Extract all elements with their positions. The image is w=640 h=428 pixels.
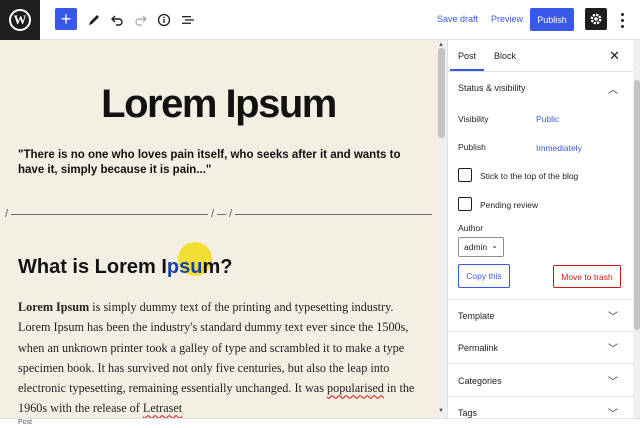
tab-post[interactable]: Post (458, 51, 476, 61)
editor-canvas[interactable]: Lorem Ipsum "There is no one who loves p… (0, 40, 437, 418)
panel-categories[interactable]: Categories (458, 376, 502, 386)
canvas-scroll-thumb[interactable] (438, 48, 445, 138)
save-draft-button[interactable]: Save draft (437, 14, 478, 24)
separator-mark: / (226, 208, 236, 220)
quote-block[interactable]: "There is no one who loves pain itself, … (18, 148, 418, 178)
panel-template[interactable]: Template (458, 311, 495, 321)
panel-permalink[interactable]: Permalink (458, 343, 498, 353)
stick-to-top-checkbox[interactable] (458, 168, 472, 182)
divider (448, 363, 633, 364)
dot (620, 24, 624, 28)
divider (448, 331, 633, 332)
status-visibility-title[interactable]: Status & visibility (458, 83, 526, 93)
pending-review-checkbox[interactable] (458, 197, 472, 211)
redo-button[interactable] (129, 8, 153, 32)
details-button[interactable] (152, 8, 176, 32)
paragraph-block[interactable]: Lorem Ipsum is simply dummy text of the … (18, 297, 420, 418)
chevron-down-icon[interactable]: ﹀ (608, 308, 618, 323)
spelling-error-text: Letraset (142, 401, 183, 416)
settings-sidebar: Post Block ✕ Status & visibility ︿ Visib… (447, 40, 640, 420)
chevron-down-icon[interactable]: ﹀ (608, 373, 618, 388)
post-title[interactable]: Lorem Ipsum (0, 82, 437, 127)
publish-label: Publish (458, 142, 486, 152)
spelling-error-text: popularised (327, 381, 384, 396)
paragraph-bold-text: Lorem Ipsum (18, 300, 90, 314)
heading-selected-text: psu (166, 256, 203, 278)
visibility-label: Visibility (458, 114, 489, 124)
dot (620, 18, 624, 22)
divider (448, 396, 633, 397)
publish-date-toggle[interactable]: Immediately (536, 143, 582, 153)
preview-button[interactable]: Preview (491, 14, 523, 24)
scroll-up-icon[interactable]: ▲ (438, 42, 444, 48)
more-options-button[interactable] (614, 8, 630, 32)
close-icon[interactable]: ✕ (609, 48, 620, 64)
info-icon (157, 13, 171, 27)
list-view-icon (182, 16, 194, 24)
active-tab-indicator (450, 69, 484, 71)
heading-text: m? (202, 256, 233, 278)
breadcrumb-post[interactable]: Post (18, 419, 32, 426)
pencil-icon (89, 15, 99, 25)
separator-mark: / (2, 208, 12, 220)
separator-block[interactable] (4, 214, 432, 215)
block-breadcrumb-bar: Post (0, 418, 640, 428)
copy-post-button[interactable]: Copy this (458, 264, 510, 288)
wordpress-logo-icon: W (9, 9, 31, 31)
divider (448, 299, 633, 300)
panel-tags[interactable]: Tags (458, 408, 477, 418)
tab-block[interactable]: Block (494, 51, 516, 61)
chevron-down-icon[interactable]: ﹀ (608, 340, 618, 355)
stick-to-top-label[interactable]: Stick to the top of the blog (480, 171, 578, 181)
move-to-trash-button[interactable]: Move to trash (553, 265, 621, 288)
editor-top-toolbar: W + Save draft Preview Publish (0, 0, 640, 40)
chevron-up-icon[interactable]: ︿ (608, 81, 618, 96)
dot (620, 12, 624, 16)
heading-text: What is Lorem I (18, 256, 167, 278)
visibility-toggle[interactable]: Public (536, 114, 559, 124)
wordpress-logo-button[interactable]: W (0, 0, 40, 40)
block-inserter-button[interactable]: + (55, 8, 77, 30)
scroll-down-icon[interactable]: ▼ (438, 408, 444, 414)
author-value: admin (464, 242, 488, 252)
settings-button[interactable] (585, 8, 607, 30)
gear-icon (590, 13, 602, 25)
author-label: Author (458, 223, 484, 233)
separator-mark: / (208, 208, 218, 220)
heading-block[interactable]: What is Lorem Ipsum? (18, 256, 232, 279)
redo-icon (135, 15, 147, 26)
author-select[interactable]: admin ⌄ (458, 237, 504, 257)
tools-button[interactable] (82, 8, 106, 32)
list-view-button[interactable] (176, 8, 200, 32)
pending-review-label[interactable]: Pending review (480, 200, 538, 210)
publish-button[interactable]: Publish (530, 8, 574, 31)
sidebar-tabs: Post Block ✕ (448, 40, 633, 72)
chevron-down-icon: ⌄ (491, 241, 498, 250)
sidebar-scroll-thumb[interactable] (634, 80, 640, 330)
undo-icon (111, 15, 123, 26)
plus-icon: + (60, 9, 72, 29)
undo-button[interactable] (105, 8, 129, 32)
